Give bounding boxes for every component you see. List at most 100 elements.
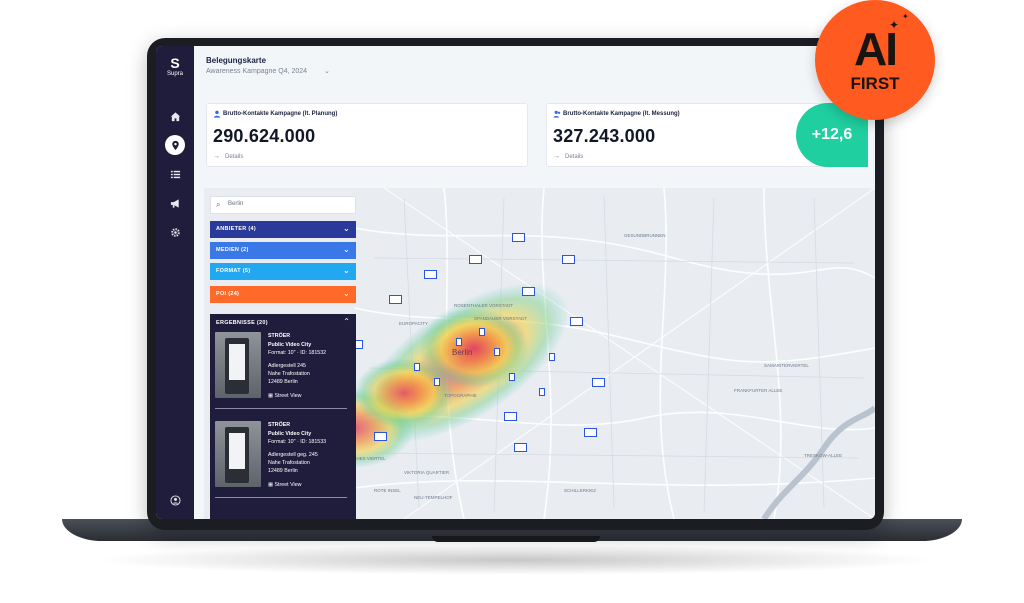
badge-main-text: AI bbox=[854, 23, 898, 75]
kpi-value: 327.243.000 bbox=[553, 126, 656, 146]
district-label: GESUNDBRUNNEN bbox=[624, 233, 666, 238]
billboard-marker[interactable] bbox=[456, 338, 462, 346]
stage: S Supra Belegungskarte Awareness Kampagn… bbox=[0, 0, 1024, 603]
chevron-down-icon: ⌄ bbox=[342, 245, 350, 254]
district-label: EUROPACITY bbox=[399, 321, 428, 326]
chevron-down-icon: ⌄ bbox=[342, 266, 350, 275]
billboard-photo bbox=[215, 421, 261, 487]
district-label: SPANDAUER VORSTADT bbox=[474, 316, 528, 321]
user-account-icon[interactable] bbox=[165, 490, 185, 510]
billboard-marker[interactable] bbox=[434, 378, 440, 386]
billboard-marker[interactable] bbox=[549, 353, 555, 361]
district-label: ROSENTHALER VORSTADT bbox=[454, 303, 514, 308]
district-label: SAMARITERVIERTEL bbox=[764, 363, 809, 368]
filter-anbieter[interactable]: ANBIETER (4) ⌄ bbox=[210, 221, 356, 238]
district-label: VIKTORIA QUARTIER bbox=[404, 470, 450, 475]
logo-mark-icon: S bbox=[170, 55, 180, 71]
map-pin-icon[interactable] bbox=[165, 135, 185, 155]
district-label: FRANKFURTER ALLEE bbox=[734, 388, 783, 393]
filter-label: ANBIETER (4) bbox=[216, 226, 256, 232]
street-view-link[interactable]: ▦ Street View bbox=[268, 482, 301, 488]
logo-text: Supra bbox=[166, 71, 183, 77]
result-item[interactable]: STRÖER Public Video City Format: 10" · I… bbox=[215, 332, 347, 412]
laptop-shadow bbox=[90, 545, 940, 575]
kpi-card-planned: Brutto-Kontakte Kampagne (lt. Planung) 2… bbox=[206, 103, 528, 167]
kpi-value: 290.624.000 bbox=[213, 126, 316, 146]
district-label: ROTE INSEL bbox=[374, 488, 401, 493]
billboard-marker[interactable] bbox=[592, 378, 605, 387]
billboard-marker[interactable] bbox=[514, 443, 527, 452]
sparkle-icon: ✦ bbox=[902, 12, 909, 21]
billboard-marker[interactable] bbox=[562, 255, 575, 264]
billboard-marker[interactable] bbox=[504, 412, 517, 421]
results-header[interactable]: ERGEBNISSE (20) bbox=[216, 320, 268, 326]
search-value: Berlin bbox=[228, 201, 244, 207]
result-format: Format: 10" · ID: 181532 bbox=[268, 350, 327, 356]
search-input[interactable]: ⌕ Berlin bbox=[210, 196, 356, 214]
divider bbox=[215, 497, 347, 498]
details-link[interactable]: Details bbox=[225, 154, 243, 160]
result-item[interactable]: STRÖER Public Video City Format: 10" · I… bbox=[215, 421, 347, 501]
laptop-lid: S Supra Belegungskarte Awareness Kampagn… bbox=[147, 38, 884, 530]
billboard-marker[interactable] bbox=[494, 348, 500, 356]
billboard-marker[interactable] bbox=[469, 255, 482, 264]
map-view[interactable]: Berlin GESUNDBRUNNEN EUROPACITY ROSENTHA… bbox=[204, 188, 875, 519]
district-label: NEU-TEMPELHOF bbox=[414, 495, 453, 500]
search-icon: ⌕ bbox=[216, 200, 221, 209]
billboard-marker[interactable] bbox=[570, 317, 583, 326]
result-address: Adlergestell 245 bbox=[268, 363, 306, 369]
arrow-right-icon: → bbox=[553, 153, 560, 160]
arrow-right-icon: → bbox=[213, 153, 220, 160]
result-address: Nahe Trafostation bbox=[268, 371, 310, 377]
page-title: Belegungskarte bbox=[206, 56, 267, 65]
filter-format[interactable]: FORMAT (5) ⌄ bbox=[210, 263, 356, 280]
result-address: Nahe Trafostation bbox=[268, 460, 310, 466]
billboard-marker[interactable] bbox=[374, 432, 387, 441]
chevron-down-icon[interactable]: ⌄ bbox=[324, 67, 330, 75]
kpi-label: Brutto-Kontakte Kampagne (lt. Planung) bbox=[223, 111, 338, 117]
result-vendor: STRÖER bbox=[268, 422, 291, 428]
result-vendor: STRÖER bbox=[268, 333, 291, 339]
billboard-marker[interactable] bbox=[512, 233, 525, 242]
result-address: 12489 Berlin bbox=[268, 379, 298, 385]
billboard-marker[interactable] bbox=[584, 428, 597, 437]
app-logo[interactable]: S Supra bbox=[160, 56, 190, 78]
street-view-link[interactable]: ▦ Street View bbox=[268, 393, 301, 399]
sidebar: S Supra bbox=[156, 46, 194, 519]
result-product: Public Video City bbox=[268, 431, 312, 437]
result-format: Format: 10" · ID: 181533 bbox=[268, 439, 327, 445]
ai-first-badge: ✦ ✦ AI FIRST bbox=[815, 0, 935, 120]
filter-panel: ⌕ Berlin ANBIETER (4) ⌄ MEDIEN (2) ⌄ FORMA… bbox=[210, 196, 356, 519]
person-icon bbox=[213, 110, 221, 118]
billboard-marker[interactable] bbox=[414, 363, 420, 371]
billboard-marker[interactable] bbox=[479, 328, 485, 336]
billboard-marker[interactable] bbox=[522, 287, 535, 296]
list-icon[interactable] bbox=[165, 164, 185, 184]
chevron-up-icon[interactable]: ⌃ bbox=[343, 317, 350, 326]
kpi-label: Brutto-Kontakte Kampagne (lt. Messung) bbox=[563, 111, 680, 117]
campaign-selector[interactable]: Awareness Kampagne Q4, 2024 bbox=[206, 68, 307, 75]
results-panel: ERGEBNISSE (20) ⌃ STRÖER Public Video Ci… bbox=[210, 314, 356, 519]
result-address: 12489 Berlin bbox=[268, 468, 298, 474]
laptop-notch bbox=[432, 536, 600, 542]
chevron-down-icon: ⌄ bbox=[342, 289, 350, 298]
billboard-marker[interactable] bbox=[539, 388, 545, 396]
result-product: Public Video City bbox=[268, 342, 312, 348]
divider bbox=[215, 408, 347, 409]
district-label: TOPOGRAPHIE bbox=[444, 393, 477, 398]
home-icon[interactable] bbox=[165, 106, 185, 126]
chevron-down-icon: ⌄ bbox=[342, 224, 350, 233]
filter-label: FORMAT (5) bbox=[216, 268, 251, 274]
details-link[interactable]: Details bbox=[565, 154, 583, 160]
billboard-marker[interactable] bbox=[509, 373, 515, 381]
people-icon bbox=[553, 110, 561, 118]
street-view-label: Street View bbox=[274, 482, 302, 488]
billboard-marker[interactable] bbox=[424, 270, 437, 279]
city-label: Berlin bbox=[452, 348, 473, 357]
billboard-marker[interactable] bbox=[389, 295, 402, 304]
street-view-label: Street View bbox=[274, 393, 302, 399]
filter-poi[interactable]: POI (24) ⌄ bbox=[210, 286, 356, 303]
megaphone-icon[interactable] bbox=[165, 193, 185, 213]
filter-medien[interactable]: MEDIEN (2) ⌄ bbox=[210, 242, 356, 259]
gear-icon[interactable] bbox=[165, 222, 185, 242]
